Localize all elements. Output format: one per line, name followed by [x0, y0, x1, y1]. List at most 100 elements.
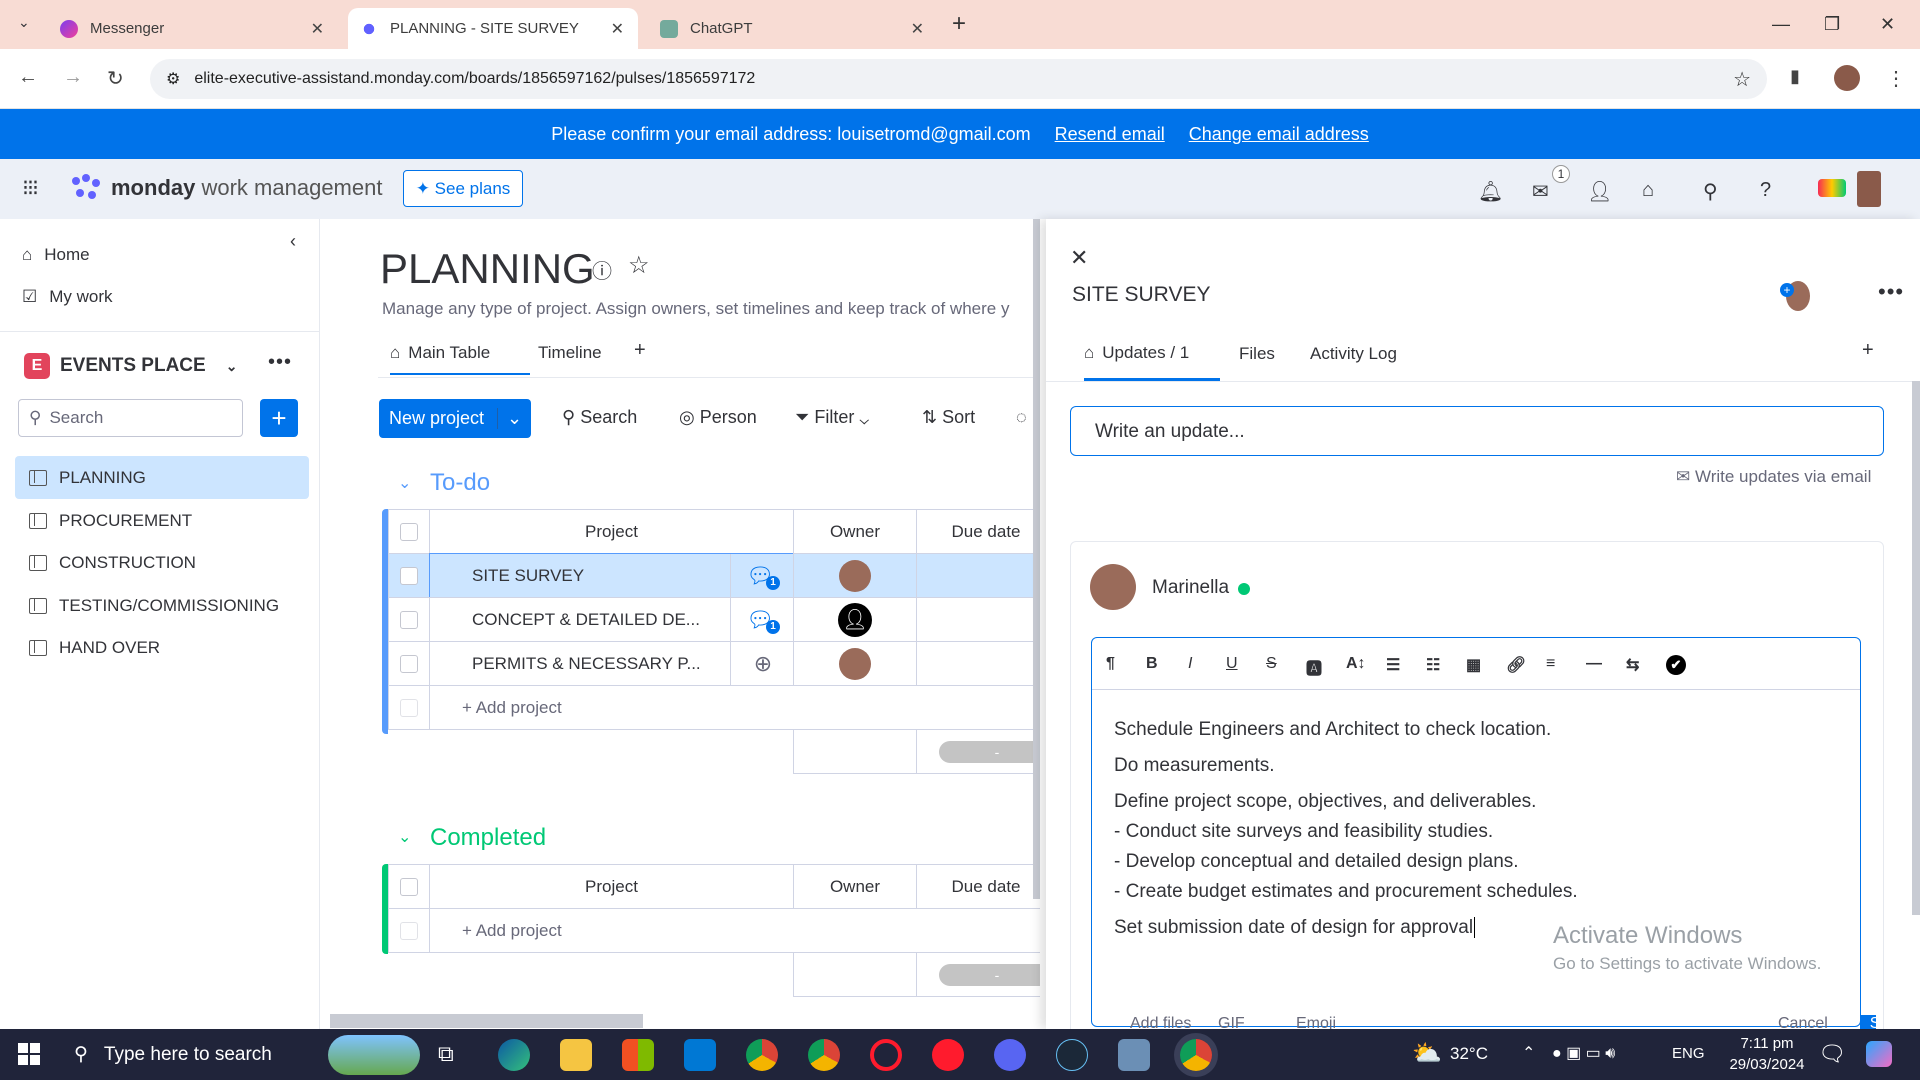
add-project-row[interactable]: + Add project	[429, 685, 1040, 730]
select-all-checkbox[interactable]	[400, 522, 418, 541]
row-checkbox[interactable]	[400, 566, 418, 585]
chevron-down-icon[interactable]: ⌄	[497, 408, 531, 429]
favorite-star-icon[interactable]: ☆	[628, 251, 650, 280]
table-row[interactable]: PERMITS & NECESSARY P... ⊕	[429, 641, 794, 686]
tab-planning[interactable]: PLANNING - SITE SURVEY ✕	[348, 8, 638, 49]
due-date-cell[interactable]	[916, 553, 1040, 598]
close-panel-icon[interactable]: ✕	[1070, 245, 1088, 271]
chrome-profile-icon[interactable]	[808, 1039, 840, 1071]
workspace-selector[interactable]: E EVENTS PLACE ⌄	[24, 353, 237, 379]
tab-updates[interactable]: ⌂ Updates / 1	[1084, 343, 1220, 381]
task-view-icon[interactable]: ⧉	[438, 1041, 454, 1067]
inbox-icon[interactable]: ✉	[1532, 179, 1549, 204]
workspace-more-icon[interactable]: •••	[268, 351, 292, 374]
owner-cell[interactable]: 👤︎	[793, 597, 917, 642]
new-tab-icon[interactable]: +	[952, 10, 966, 38]
item-more-icon[interactable]: •••	[1878, 279, 1904, 305]
underline-icon[interactable]: U	[1226, 655, 1238, 673]
sidebar-item-testing[interactable]: TESTING/COMMISSIONING	[15, 584, 309, 627]
emoji-button[interactable]: Emoji	[1296, 1015, 1336, 1029]
group-collapse-icon[interactable]: ⌄	[398, 473, 411, 493]
updates-icon[interactable]: 💬︎ 1	[730, 554, 795, 597]
row-checkbox[interactable]	[400, 610, 418, 629]
editor-content[interactable]: Schedule Engineers and Architect to chec…	[1114, 715, 1834, 943]
tab-files[interactable]: Files	[1239, 344, 1275, 364]
nav-home[interactable]: ⌂ Home	[22, 245, 90, 265]
checklist-icon[interactable]: ✔	[1666, 655, 1686, 675]
sidebar-item-planning[interactable]: PLANNING	[15, 456, 309, 499]
owner-cell[interactable]	[793, 553, 917, 598]
sidebar-item-hand-over[interactable]: HAND OVER	[15, 626, 309, 669]
steam-icon[interactable]	[1056, 1039, 1088, 1071]
column-header-project[interactable]: Project	[429, 509, 794, 554]
group-title-todo[interactable]: To-do	[430, 469, 490, 497]
row-checkbox[interactable]	[400, 654, 418, 673]
add-files-button[interactable]: Add files	[1130, 1015, 1191, 1029]
profile-avatar[interactable]	[1834, 65, 1860, 91]
close-icon[interactable]: ✕	[311, 19, 324, 39]
back-icon[interactable]: ←	[18, 66, 38, 89]
group-title-completed[interactable]: Completed	[430, 824, 546, 852]
table-row[interactable]: CONCEPT & DETAILED DE... 💬︎ 1	[429, 597, 794, 642]
windows-start-icon[interactable]	[18, 1043, 40, 1065]
table-icon[interactable]: ▦	[1466, 655, 1481, 675]
mail-icon[interactable]	[684, 1039, 716, 1071]
board-info-icon[interactable]: ⓘ	[592, 255, 612, 284]
add-tab-icon[interactable]: +	[1862, 339, 1874, 362]
edge-icon[interactable]	[498, 1039, 530, 1071]
collapse-sidebar-icon[interactable]: ‹	[290, 231, 296, 252]
column-header-owner[interactable]: Owner	[793, 509, 917, 554]
restore-icon[interactable]: ❐	[1824, 14, 1840, 35]
via-email-link[interactable]: ✉ Write updates via email	[1676, 467, 1871, 487]
panel-scrollbar[interactable]	[1912, 381, 1920, 915]
tab-chatgpt[interactable]: ChatGPT ✕	[648, 8, 938, 49]
add-project-row[interactable]: + Add project	[429, 908, 1040, 953]
discord-icon[interactable]	[994, 1039, 1026, 1071]
link-icon[interactable]: 🔗︎	[1506, 655, 1526, 675]
invite-members-icon[interactable]: 👤︎	[1587, 179, 1612, 204]
bullet-list-icon[interactable]: ☷	[1426, 655, 1440, 675]
sidebar-item-procurement[interactable]: PROCUREMENT	[15, 499, 309, 542]
italic-icon[interactable]: I	[1188, 655, 1192, 673]
tab-messenger[interactable]: Messenger ✕	[48, 8, 338, 49]
updates-icon[interactable]: 💬︎ 1	[730, 598, 795, 641]
align-icon[interactable]: ≡	[1546, 655, 1555, 673]
sidepanel-icon[interactable]: ▮	[1790, 66, 1800, 87]
user-avatar[interactable]	[1857, 171, 1881, 207]
browser-menu-icon[interactable]: ⋮	[1886, 66, 1906, 91]
owner-cell[interactable]	[793, 641, 917, 686]
table-row[interactable]: SITE SURVEY 💬︎ 1	[429, 553, 794, 598]
tab-search-chevron-icon[interactable]: ⌄	[18, 14, 30, 31]
notifications-bell-icon[interactable]: 🔔︎	[1478, 179, 1503, 204]
new-project-button[interactable]: New project ⌄	[379, 399, 531, 438]
close-icon[interactable]: ✕	[911, 19, 924, 39]
select-all-checkbox[interactable]	[400, 877, 418, 896]
apps-grid-icon[interactable]: ⁝⁝⁝	[22, 175, 39, 201]
opera-gx-icon[interactable]	[932, 1039, 964, 1071]
address-bar[interactable]: ⚙ elite-executive-assistand.monday.com/b…	[150, 59, 1767, 99]
language-indicator[interactable]: ENG	[1672, 1045, 1705, 1062]
item-title[interactable]: SITE SURVEY	[1072, 283, 1211, 307]
column-header-due[interactable]: Due date	[916, 864, 1040, 909]
author-name[interactable]: Marinella	[1152, 577, 1229, 599]
save-button[interactable]: Save	[1860, 1015, 1876, 1029]
chrome-icon[interactable]	[746, 1039, 778, 1071]
horizontal-scrollbar[interactable]	[330, 1014, 643, 1028]
store-icon[interactable]	[622, 1039, 654, 1071]
sidebar-item-construction[interactable]: CONSTRUCTION	[15, 541, 309, 584]
text-color-icon[interactable]: 🅰︎	[1306, 655, 1322, 679]
window-close-icon[interactable]: ✕	[1880, 14, 1895, 35]
tab-main-table[interactable]: ⌂ Main Table	[390, 343, 530, 375]
nav-my-work[interactable]: ☑ My work	[22, 287, 113, 307]
reload-icon[interactable]: ↻	[107, 66, 124, 91]
divider-icon[interactable]: —	[1586, 655, 1602, 673]
clock[interactable]: 7:11 pm 29/03/2024	[1722, 1033, 1812, 1075]
due-date-cell[interactable]	[916, 641, 1040, 686]
cancel-button[interactable]: Cancel	[1778, 1015, 1828, 1029]
help-icon[interactable]: ?	[1760, 179, 1771, 202]
column-header-due[interactable]: Due date	[916, 509, 1040, 554]
paragraph-icon[interactable]: ¶	[1106, 655, 1115, 673]
search-icon[interactable]: ⚲	[1703, 179, 1718, 204]
write-update-input[interactable]: Write an update...	[1070, 406, 1884, 456]
tab-activity-log[interactable]: Activity Log	[1310, 344, 1397, 364]
